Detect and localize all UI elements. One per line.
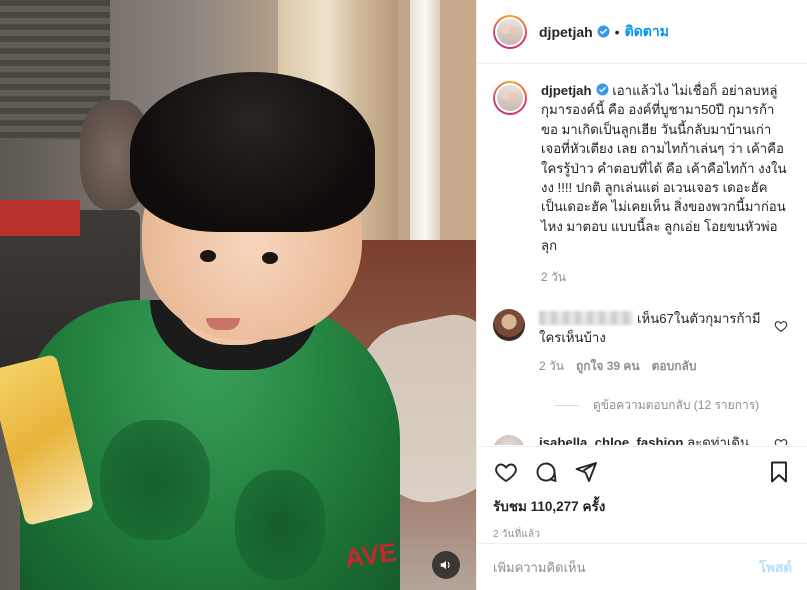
heart-icon[interactable] xyxy=(774,319,788,333)
post-timestamp[interactable]: 2 วันที่แล้ว xyxy=(493,527,792,542)
follow-button[interactable]: ติดตาม xyxy=(625,21,669,43)
separator-dot: • xyxy=(614,23,620,40)
caption-timestamp[interactable]: 2 วัน xyxy=(541,268,791,287)
commenter-avatar[interactable] xyxy=(493,309,525,342)
comments-list[interactable]: djpetjah เอาแล้วไง ไม่เชื่อก็ อย่าลบหลู่… xyxy=(477,65,807,445)
commenter-avatar[interactable] xyxy=(493,435,525,445)
post-header: djpetjah • ติดตาม xyxy=(477,0,807,64)
comment-composer: โพสต์ xyxy=(477,543,807,590)
comment-likes[interactable]: ถูกใจ 39 คน xyxy=(576,357,640,376)
bed-rail xyxy=(410,0,440,240)
caption-body: djpetjah เอาแล้วไง ไม่เชื่อก็ อย่าลบหลู่… xyxy=(541,81,791,287)
shirt-print xyxy=(235,470,325,580)
comment-icon xyxy=(536,462,557,482)
verified-badge-icon xyxy=(596,83,609,96)
post-details-panel: djpetjah • ติดตาม djpetjah เอาแล้วไง ไม่… xyxy=(476,0,807,590)
comment-item: isabella_chloe_fashion ละดท่าเดิน xyxy=(493,435,792,445)
comment-body: เห็น67ในตัวกุมารก้ามีใครเห็นบ้าง 2 วัน ถ… xyxy=(539,309,769,376)
red-box xyxy=(0,200,80,236)
author-avatar[interactable] xyxy=(493,14,527,49)
child-hair xyxy=(130,72,375,232)
shirt-print xyxy=(100,420,210,540)
bookmark-icon xyxy=(771,461,787,483)
caption-username[interactable]: djpetjah xyxy=(541,83,592,98)
action-icons xyxy=(493,457,792,487)
share-button[interactable] xyxy=(573,459,599,485)
author-username[interactable]: djpetjah xyxy=(539,24,593,40)
post-comment-button[interactable]: โพสต์ xyxy=(759,556,792,578)
share-icon xyxy=(575,462,597,482)
save-button[interactable] xyxy=(766,459,792,485)
avatar-photo xyxy=(497,18,523,45)
caption: djpetjah เอาแล้วไง ไม่เชื่อก็ อย่าลบหลู่… xyxy=(493,81,792,287)
view-count[interactable]: รับชม 110,277 ครั้ง xyxy=(493,495,792,517)
view-replies-button[interactable]: ดูข้อความตอบกลับ (12 รายการ) xyxy=(555,396,792,415)
comment-meta: 2 วัน ถูกใจ 39 คน ตอบกลับ xyxy=(539,357,769,376)
post-video[interactable]: AVE xyxy=(0,0,476,590)
comment-item: เห็น67ในตัวกุมารก้ามีใครเห็นบ้าง 2 วัน ถ… xyxy=(493,309,792,376)
reply-button[interactable]: ตอบกลับ xyxy=(652,357,697,376)
child-eye-right xyxy=(262,252,278,264)
comment-input[interactable] xyxy=(493,559,759,575)
commenter-username[interactable]: isabella_chloe_fashion xyxy=(539,435,683,445)
comment-button[interactable] xyxy=(533,459,559,485)
comment-age[interactable]: 2 วัน xyxy=(539,357,564,376)
comment-text: ละดท่าเดิน xyxy=(687,435,749,445)
verified-badge-icon xyxy=(597,25,610,38)
sound-toggle-button[interactable] xyxy=(432,551,460,579)
like-button[interactable] xyxy=(493,459,519,485)
heart-icon xyxy=(495,463,517,483)
blurred-username xyxy=(539,311,633,326)
speaker-icon xyxy=(440,560,450,570)
caption-text: เอาแล้วไง ไม่เชื่อก็ อย่าลบหลู่ กุมารองค… xyxy=(541,83,787,254)
child-eye-left xyxy=(200,250,216,262)
comment-body: isabella_chloe_fashion ละดท่าเดิน xyxy=(539,433,769,445)
avatar-photo xyxy=(497,85,523,111)
caption-author-avatar[interactable] xyxy=(493,81,527,115)
post-actions: รับชม 110,277 ครั้ง 2 วันที่แล้ว xyxy=(477,446,807,542)
heart-icon[interactable] xyxy=(774,437,788,445)
